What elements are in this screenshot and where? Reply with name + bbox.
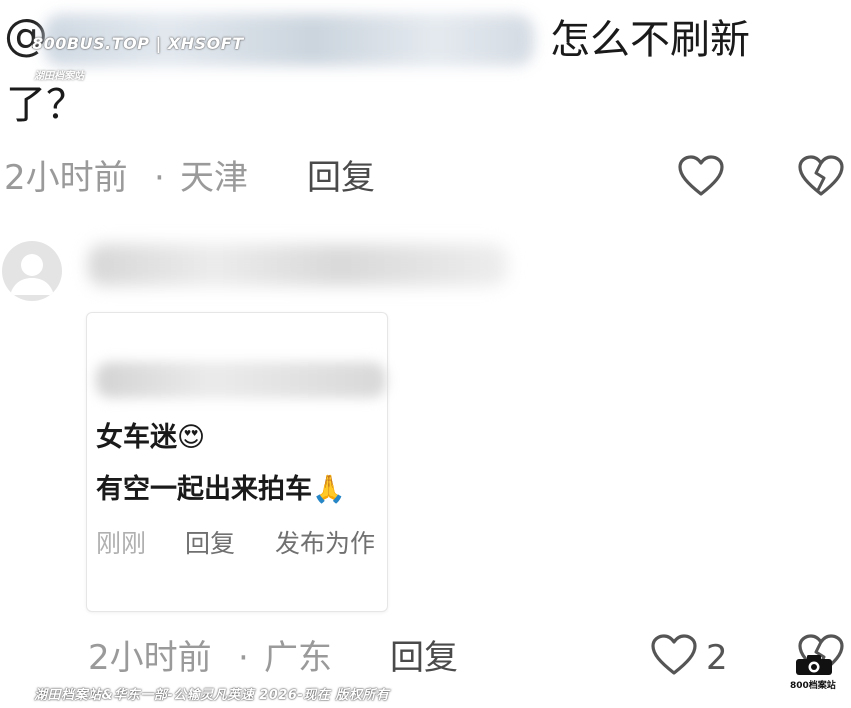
card-text-line1: 女车迷😍 [96, 422, 206, 453]
watermark-logo-text: 800档案站 [790, 681, 836, 691]
like-count: 2 [706, 638, 728, 678]
watermark-bottom: 湖田档案站&华东一部-公输灵凡英速 2026-现在 版权所有 [34, 688, 390, 703]
card-publish-button[interactable]: 发布为作 [275, 529, 375, 559]
meta-separator: · [154, 158, 165, 198]
embedded-post-card[interactable] [86, 312, 388, 612]
comment-time: 2小时前 [88, 638, 212, 678]
broken-heart-outline-icon[interactable] [797, 154, 845, 198]
comment-text-line2: 了？ [6, 82, 86, 128]
comment-text-line1: 怎么不刷新 [550, 17, 750, 63]
watermark-top-sub: 湖田档案站 [34, 71, 84, 82]
camera-icon [794, 654, 834, 676]
card-reply-button[interactable]: 回复 [185, 529, 235, 559]
comment-time: 2小时前 [4, 158, 128, 198]
default-avatar-icon[interactable] [2, 241, 62, 301]
comment-location: 天津 [180, 158, 248, 198]
reply-button[interactable]: 回复 [307, 158, 375, 198]
reply-button[interactable]: 回复 [390, 638, 458, 678]
meta-separator: · [238, 638, 249, 678]
card-text-line2: 有空一起出来拍车🙏 [96, 474, 346, 505]
comment-location: 广东 [264, 638, 332, 678]
heart-outline-icon[interactable] [650, 633, 698, 677]
blurred-username[interactable] [88, 244, 508, 286]
watermark-top: 800BUS.TOP | XHSOFT [32, 34, 244, 53]
card-meta-time: 刚刚 [96, 529, 147, 558]
heart-outline-icon[interactable] [677, 154, 725, 198]
blurred-card-title [96, 362, 386, 398]
